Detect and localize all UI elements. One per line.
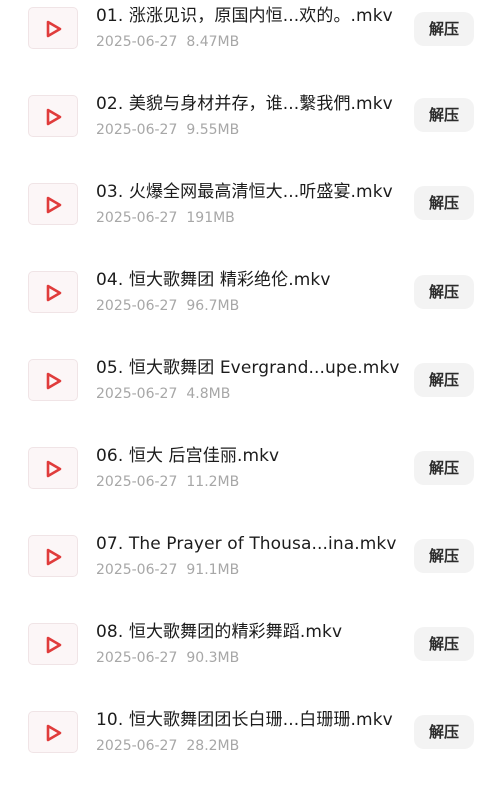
file-size: 96.7MB <box>186 298 240 314</box>
file-date: 2025-06-27 <box>96 386 178 402</box>
file-date: 2025-06-27 <box>96 738 178 754</box>
file-name[interactable]: 04. 恒大歌舞团 精彩绝伦.mkv <box>96 269 408 291</box>
file-date: 2025-06-27 <box>96 210 178 226</box>
list-item[interactable]: 05. 恒大歌舞团 Evergrand...upe.mkv 2025-06-27… <box>0 352 500 440</box>
extract-button[interactable]: 解压 <box>414 275 474 309</box>
file-date: 2025-06-27 <box>96 122 178 138</box>
extract-button[interactable]: 解压 <box>414 363 474 397</box>
file-list: 01. 涨涨见识，原国内恒...欢的。.mkv 2025-06-27 8.47MB… <box>0 0 500 756</box>
file-name[interactable]: 02. 美貌与身材并存，谁...繫我們.mkv <box>96 93 408 115</box>
file-meta: 2025-06-27 90.3MB <box>96 649 239 667</box>
file-meta: 2025-06-27 4.8MB <box>96 385 230 403</box>
list-item[interactable]: 08. 恒大歌舞团的精彩舞蹈.mkv 2025-06-27 90.3MB 解压 <box>0 616 500 704</box>
file-meta: 2025-06-27 191MB <box>96 209 235 227</box>
list-item[interactable]: 02. 美貌与身材并存，谁...繫我們.mkv 2025-06-27 9.55MB… <box>0 88 500 176</box>
video-thumbnail[interactable] <box>28 711 78 753</box>
video-play-icon <box>46 108 62 126</box>
video-play-icon <box>46 20 62 38</box>
file-name[interactable]: 05. 恒大歌舞团 Evergrand...upe.mkv <box>96 357 408 379</box>
list-item[interactable]: 06. 恒大 后宫佳丽.mkv 2025-06-27 11.2MB 解压 <box>0 440 500 528</box>
extract-button[interactable]: 解压 <box>414 98 474 132</box>
video-thumbnail[interactable] <box>28 95 78 137</box>
file-size: 8.47MB <box>186 34 240 50</box>
list-item[interactable]: 10. 恒大歌舞团团长白珊...白珊珊.mkv 2025-06-27 28.2MB… <box>0 704 500 792</box>
list-item[interactable]: 04. 恒大歌舞团 精彩绝伦.mkv 2025-06-27 96.7MB 解压 <box>0 264 500 352</box>
file-size: 90.3MB <box>186 650 240 666</box>
video-thumbnail[interactable] <box>28 183 78 225</box>
video-play-icon <box>46 636 62 654</box>
video-thumbnail[interactable] <box>28 7 78 49</box>
video-play-icon <box>46 548 62 566</box>
extract-button[interactable]: 解压 <box>414 451 474 485</box>
list-item[interactable]: 01. 涨涨见识，原国内恒...欢的。.mkv 2025-06-27 8.47MB… <box>0 0 500 88</box>
file-meta: 2025-06-27 96.7MB <box>96 297 239 315</box>
file-date: 2025-06-27 <box>96 474 178 490</box>
file-size: 28.2MB <box>186 738 240 754</box>
video-play-icon <box>46 372 62 390</box>
file-name[interactable]: 03. 火爆全网最高清恒大...听盛宴.mkv <box>96 181 408 203</box>
file-meta: 2025-06-27 9.55MB <box>96 121 239 139</box>
video-thumbnail[interactable] <box>28 535 78 577</box>
file-size: 191MB <box>186 210 235 226</box>
extract-button[interactable]: 解压 <box>414 12 474 46</box>
file-date: 2025-06-27 <box>96 298 178 314</box>
file-size: 4.8MB <box>186 386 231 402</box>
extract-button[interactable]: 解压 <box>414 539 474 573</box>
file-date: 2025-06-27 <box>96 562 178 578</box>
video-thumbnail[interactable] <box>28 623 78 665</box>
file-size: 9.55MB <box>186 122 240 138</box>
file-date: 2025-06-27 <box>96 650 178 666</box>
file-name[interactable]: 08. 恒大歌舞团的精彩舞蹈.mkv <box>96 621 408 643</box>
list-item[interactable]: 07. The Prayer of Thousa...ina.mkv 2025-… <box>0 528 500 616</box>
file-name[interactable]: 01. 涨涨见识，原国内恒...欢的。.mkv <box>96 5 408 27</box>
file-name[interactable]: 07. The Prayer of Thousa...ina.mkv <box>96 533 408 555</box>
file-size: 11.2MB <box>186 474 240 490</box>
video-play-icon <box>46 284 62 302</box>
file-meta: 2025-06-27 11.2MB <box>96 473 239 491</box>
file-name[interactable]: 10. 恒大歌舞团团长白珊...白珊珊.mkv <box>96 709 408 731</box>
list-item[interactable]: 03. 火爆全网最高清恒大...听盛宴.mkv 2025-06-27 191MB … <box>0 176 500 264</box>
video-play-icon <box>46 724 62 742</box>
video-play-icon <box>46 460 62 478</box>
file-size: 91.1MB <box>186 562 240 578</box>
extract-button[interactable]: 解压 <box>414 186 474 220</box>
file-meta: 2025-06-27 8.47MB <box>96 33 239 51</box>
file-meta: 2025-06-27 28.2MB <box>96 737 239 755</box>
video-thumbnail[interactable] <box>28 271 78 313</box>
video-thumbnail[interactable] <box>28 447 78 489</box>
file-meta: 2025-06-27 91.1MB <box>96 561 239 579</box>
video-thumbnail[interactable] <box>28 359 78 401</box>
file-name[interactable]: 06. 恒大 后宫佳丽.mkv <box>96 445 408 467</box>
extract-button[interactable]: 解压 <box>414 627 474 661</box>
video-play-icon <box>46 196 62 214</box>
extract-button[interactable]: 解压 <box>414 715 474 749</box>
file-date: 2025-06-27 <box>96 34 178 50</box>
